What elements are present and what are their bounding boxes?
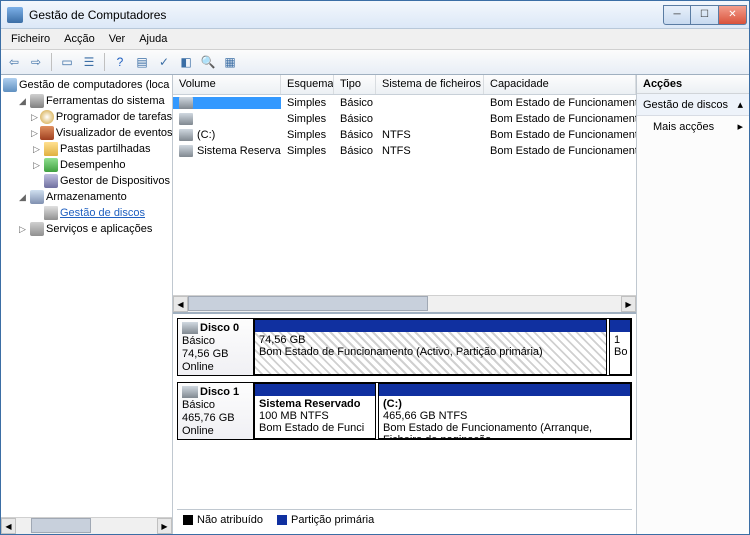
titlebar: Gestão de Computadores ─ ☐ ✕ <box>1 1 749 29</box>
view-icon[interactable]: ◧ <box>177 53 195 71</box>
list-icon[interactable]: ▦ <box>221 53 239 71</box>
tree-performance[interactable]: ▷Desempenho <box>31 158 170 172</box>
col-esquema[interactable]: Esquema <box>281 75 334 94</box>
actions-more[interactable]: Mais acções▸ <box>637 116 749 137</box>
disk-icon <box>182 322 198 334</box>
disk-icon <box>182 386 198 398</box>
collapse-icon[interactable]: ◢ <box>17 192 28 203</box>
volume-icon <box>179 145 193 157</box>
col-tipo[interactable]: Tipo <box>334 75 376 94</box>
tree-disk-management[interactable]: Gestão de discos <box>31 206 170 220</box>
folder-icon <box>44 142 58 156</box>
tree-storage[interactable]: ◢Armazenamento <box>17 190 170 204</box>
actions-header: Acções <box>637 75 749 94</box>
minimize-button[interactable]: ─ <box>663 5 691 25</box>
volume-icon <box>179 113 193 125</box>
disk-icon <box>44 206 58 220</box>
volume-row[interactable]: SimplesBásicoBom Estado de Funcionamento… <box>173 111 636 127</box>
tree-system-tools[interactable]: ◢Ferramentas do sistema <box>17 94 170 108</box>
computer-icon <box>3 78 17 92</box>
col-capacidade[interactable]: Capacidade <box>484 75 636 94</box>
actions-pane: Acções Gestão de discos▴ Mais acções▸ <box>636 75 749 534</box>
disk-row: Disco 1Básico465,76 GBOnlineSistema Rese… <box>177 382 632 440</box>
tree-event-viewer[interactable]: ▷Visualizador de eventos <box>31 126 170 140</box>
collapse-icon: ▴ <box>737 98 743 111</box>
expand-icon[interactable]: ▷ <box>17 224 28 235</box>
help-icon[interactable]: ? <box>111 53 129 71</box>
wrench-icon <box>30 94 44 108</box>
nav-tree: Gestão de computadores (loca ◢Ferramenta… <box>1 75 173 534</box>
action-icon[interactable]: ✓ <box>155 53 173 71</box>
tree-hscrollbar[interactable]: ◀▶ <box>1 517 172 534</box>
partition[interactable]: (C:)465,66 GB NTFSBom Estado de Funciona… <box>378 383 631 439</box>
event-icon <box>40 126 54 140</box>
col-sistema-ficheiros[interactable]: Sistema de ficheiros <box>376 75 484 94</box>
menu-ajuda[interactable]: Ajuda <box>133 31 173 47</box>
partition[interactable]: 1Bo <box>609 319 631 375</box>
maximize-button[interactable]: ☐ <box>691 5 719 25</box>
volume-row[interactable]: (C:)SimplesBásicoNTFSBom Estado de Funci… <box>173 127 636 143</box>
expand-icon[interactable]: ▷ <box>31 144 42 155</box>
storage-icon <box>30 190 44 204</box>
list-hscrollbar[interactable]: ◀▶ <box>173 295 636 312</box>
back-icon[interactable]: ⇦ <box>5 53 23 71</box>
volume-row[interactable]: SimplesBásicoBom Estado de Funcionamento… <box>173 95 636 111</box>
legend-primary-swatch <box>277 515 287 525</box>
disk-graphical-view: Disco 0Básico74,56 GBOnline74,56 GBBom E… <box>173 312 636 534</box>
expand-icon[interactable]: ▷ <box>31 160 42 171</box>
expand-icon[interactable]: ▷ <box>31 128 38 139</box>
partition[interactable]: Sistema Reservado100 MB NTFSBom Estado d… <box>254 383 376 439</box>
expand-icon[interactable]: ▷ <box>31 112 38 123</box>
legend-unallocated-swatch <box>183 515 193 525</box>
services-icon <box>30 222 44 236</box>
device-icon <box>44 174 58 188</box>
tree-shared-folders[interactable]: ▷Pastas partilhadas <box>31 142 170 156</box>
toolbar: ⇦ ⇨ ▭ ☰ ? ▤ ✓ ◧ 🔍 ▦ <box>1 49 749 75</box>
volume-list-header: Volume Esquema Tipo Sistema de ficheiros… <box>173 75 636 95</box>
actions-section[interactable]: Gestão de discos▴ <box>637 94 749 116</box>
menubar: Ficheiro Acção Ver Ajuda <box>1 29 749 49</box>
window-title: Gestão de Computadores <box>29 8 663 22</box>
tree-device-manager[interactable]: Gestor de Dispositivos <box>31 174 170 188</box>
menu-accao[interactable]: Acção <box>58 31 101 47</box>
disk-info[interactable]: Disco 0Básico74,56 GBOnline <box>178 319 254 375</box>
volume-icon <box>179 97 193 109</box>
app-icon <box>7 7 23 23</box>
disk-row: Disco 0Básico74,56 GBOnline74,56 GBBom E… <box>177 318 632 376</box>
close-button[interactable]: ✕ <box>719 5 747 25</box>
partition[interactable]: 74,56 GBBom Estado de Funcionamento (Act… <box>254 319 607 375</box>
clock-icon <box>40 110 54 124</box>
search-icon[interactable]: 🔍 <box>199 53 217 71</box>
volume-row[interactable]: Sistema ReservadoSimplesBásicoNTFSBom Es… <box>173 143 636 159</box>
up-icon[interactable]: ▭ <box>58 53 76 71</box>
tree-task-scheduler[interactable]: ▷Programador de tarefas <box>31 110 170 124</box>
forward-icon[interactable]: ⇨ <box>27 53 45 71</box>
tree-services[interactable]: ▷Serviços e aplicações <box>17 222 170 236</box>
col-volume[interactable]: Volume <box>173 75 281 94</box>
properties-icon[interactable]: ☰ <box>80 53 98 71</box>
disk-info[interactable]: Disco 1Básico465,76 GBOnline <box>178 383 254 439</box>
collapse-icon[interactable]: ◢ <box>17 96 28 107</box>
menu-ver[interactable]: Ver <box>103 31 132 47</box>
submenu-icon: ▸ <box>737 120 743 133</box>
refresh-icon[interactable]: ▤ <box>133 53 151 71</box>
legend: Não atribuído Partição primária <box>177 509 632 530</box>
volume-list: SimplesBásicoBom Estado de Funcionamento… <box>173 95 636 295</box>
performance-icon <box>44 158 58 172</box>
tree-root[interactable]: Gestão de computadores (loca <box>3 78 170 92</box>
volume-icon <box>179 129 193 141</box>
menu-ficheiro[interactable]: Ficheiro <box>5 31 56 47</box>
